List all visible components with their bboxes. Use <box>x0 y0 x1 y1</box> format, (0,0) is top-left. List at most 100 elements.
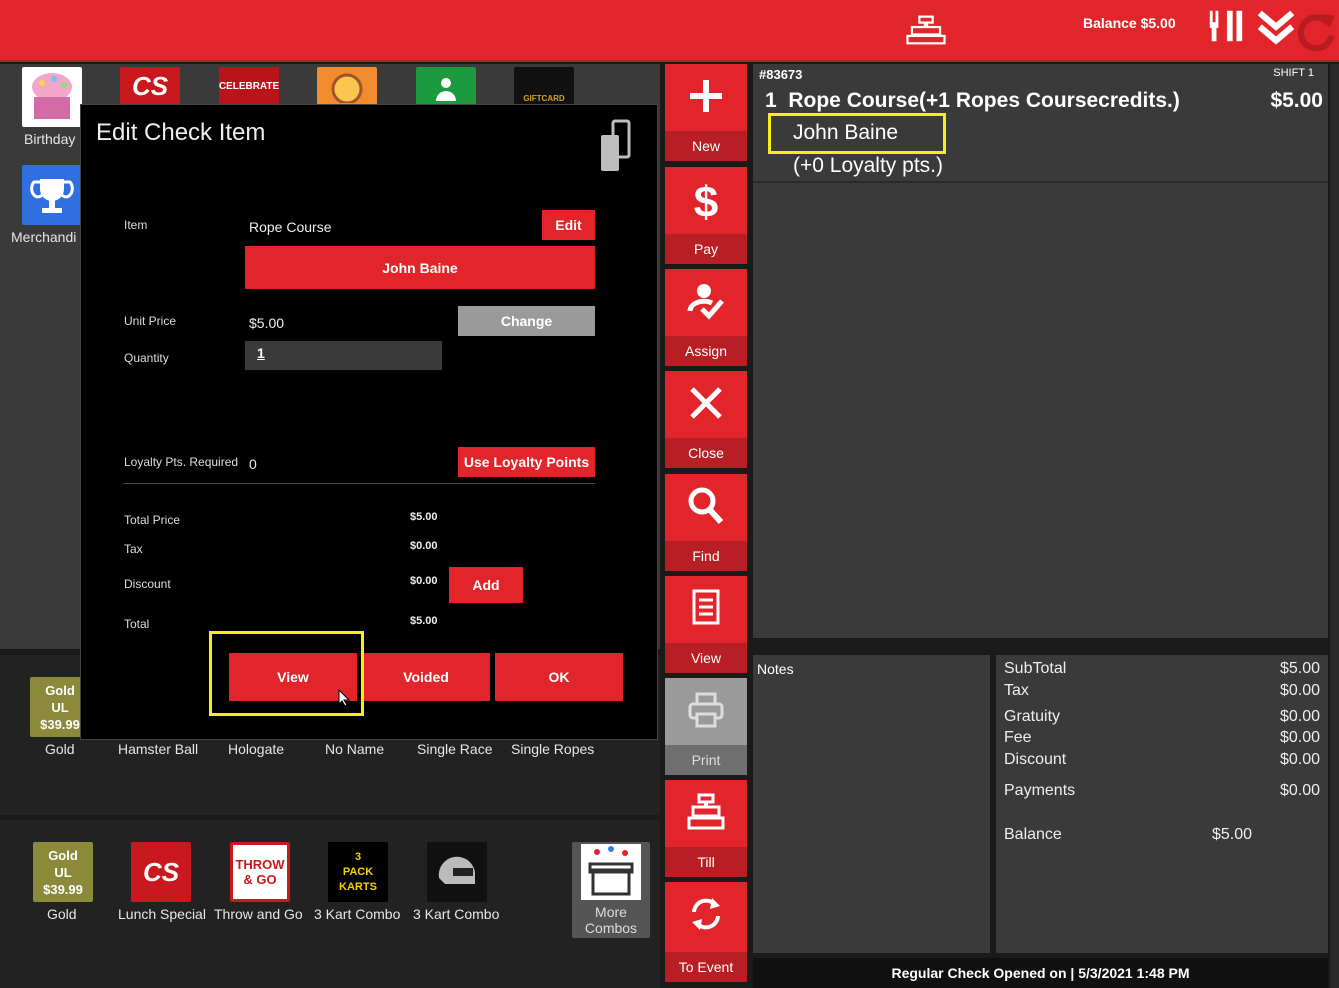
kart-helmet-tile[interactable] <box>427 842 487 902</box>
tax-value: $0.00 <box>1279 682 1320 699</box>
check-number: #83673 <box>759 67 803 82</box>
pizza-image[interactable] <box>317 67 377 105</box>
birthday-tile[interactable] <box>22 67 82 127</box>
divider <box>123 483 595 484</box>
payments-row: Payments $0.00 <box>1004 782 1320 800</box>
new-button[interactable]: New <box>665 64 747 161</box>
helmet-icon <box>438 856 475 884</box>
tile-label-3-kart-combo[interactable]: 3 Kart Combo <box>314 906 400 922</box>
cash-register-icon[interactable] <box>906 10 946 50</box>
discount-label: Discount <box>124 577 171 591</box>
balance-value: $5.00 <box>1211 826 1252 843</box>
top-bar: Balance $5.00 <box>0 0 1339 62</box>
tile-label-birthday: Birthday <box>24 131 76 147</box>
close-icon <box>690 387 722 419</box>
gold-ul-tile[interactable]: Gold UL $39.99 <box>33 842 93 902</box>
three-pack-karts-tile[interactable]: 3 PACK KARTS <box>328 842 388 902</box>
tile-label-lunch-special[interactable]: Lunch Special <box>118 906 206 922</box>
order-line-item[interactable]: 1 Rope Course(+1 Ropes Coursecredits.) <box>765 89 1180 113</box>
tile-art-line: $39.99 <box>43 881 83 897</box>
cash-register-icon <box>687 793 725 830</box>
tile-label-gold[interactable]: Gold <box>47 906 77 922</box>
search-icon <box>688 487 724 525</box>
tax-row: Tax $0.00 <box>1004 682 1320 700</box>
throw-and-go-tile[interactable]: THROW & GO <box>230 842 290 902</box>
scrollbar[interactable] <box>1330 64 1339 988</box>
assign-button[interactable]: Assign <box>665 269 747 366</box>
dialog-title: Edit Check Item <box>96 119 266 146</box>
tile-art-line: THROW <box>235 857 285 872</box>
tile-label-merchandise: Merchandi <box>11 229 77 245</box>
tile-art-line: UL <box>51 699 69 715</box>
voided-button[interactable]: Voided <box>362 653 490 701</box>
cs-logo-image[interactable]: CS <box>120 67 180 105</box>
quantity-input[interactable]: 1 <box>245 341 442 370</box>
loyalty-points-value: 0 <box>249 456 257 472</box>
subtotal-value: $5.00 <box>1279 660 1320 677</box>
receipt-icon <box>692 589 720 625</box>
trophy-image <box>30 179 74 213</box>
gratuity-row: Gratuity $0.00 <box>1004 708 1320 726</box>
pizza-icon <box>331 73 363 103</box>
tile-art-line: 3 <box>354 850 362 863</box>
tile-label-hamster-ball[interactable]: Hamster Ball <box>118 741 198 757</box>
till-button[interactable]: Till <box>665 780 747 877</box>
balance-row: Balance $5.00 <box>1004 826 1320 844</box>
quantity-label: Quantity <box>124 351 169 365</box>
ok-button[interactable]: OK <box>495 653 623 701</box>
tax-value: $0.00 <box>410 540 438 552</box>
add-discount-button[interactable]: Add <box>449 567 523 603</box>
total-label: Total <box>124 617 150 631</box>
sync-icon <box>692 898 720 930</box>
birthday-cake-image <box>32 73 72 119</box>
customer-button[interactable]: John Baine <box>245 246 595 289</box>
more-combos-label: More Combos <box>584 904 638 936</box>
to-event-button[interactable]: To Event <box>665 882 747 982</box>
tile-label-hologate[interactable]: Hologate <box>228 741 284 757</box>
edit-item-button[interactable]: Edit <box>542 210 595 240</box>
celebrate-image[interactable]: CELEBRATE <box>219 67 279 105</box>
printer-icon <box>688 692 724 728</box>
tile-art-line: CS <box>142 856 180 887</box>
find-label: Find <box>665 541 747 571</box>
double-chevron-down-icon[interactable] <box>1256 8 1296 48</box>
fee-row: Fee $0.00 <box>1004 729 1320 747</box>
find-button[interactable]: Find <box>665 474 747 571</box>
tile-art-line: UL <box>54 864 72 880</box>
to-event-label: To Event <box>665 952 747 982</box>
tile-label-single-ropes[interactable]: Single Ropes <box>511 741 594 757</box>
totals-panel: SubTotal $5.00 Tax $0.00 Gratuity $0.00 Fee… <box>996 655 1328 953</box>
unit-price-label: Unit Price <box>124 314 177 328</box>
fork-knife-icon[interactable] <box>1206 6 1246 46</box>
line-price: $5.00 <box>1270 89 1323 112</box>
tile-label-gold[interactable]: Gold <box>45 741 75 757</box>
gift-box-icon <box>581 844 641 900</box>
more-combos-button[interactable]: More Combos <box>572 842 650 938</box>
merchandise-tile[interactable] <box>22 165 82 225</box>
change-price-button[interactable]: Change <box>458 306 595 336</box>
close-button[interactable]: Close <box>665 371 747 468</box>
tile-label-no-name[interactable]: No Name <box>325 741 384 757</box>
tile-label-3-kart-combo[interactable]: 3 Kart Combo <box>413 906 499 922</box>
fee-value: $0.00 <box>1279 729 1320 746</box>
tile-label-single-race[interactable]: Single Race <box>417 741 493 757</box>
refresh-icon[interactable] <box>1296 11 1336 51</box>
print-button[interactable]: Print <box>665 678 747 775</box>
till-label: Till <box>665 847 747 877</box>
tile-art-line: $39.99 <box>40 716 80 732</box>
subtotal-row: SubTotal $5.00 <box>1004 660 1320 678</box>
lunch-special-tile[interactable]: CS <box>131 842 191 902</box>
print-label: Print <box>665 745 747 775</box>
tile-label-throw-and-go[interactable]: Throw and Go <box>214 906 303 922</box>
view-check-button[interactable]: View <box>665 576 747 673</box>
balance-display: Balance $5.00 <box>1083 15 1176 31</box>
tile-art-line: KARTS <box>339 880 377 893</box>
view-button-highlight <box>209 631 364 716</box>
notes-panel[interactable]: Notes <box>753 655 990 953</box>
giftcard-image[interactable]: GIFTCARD <box>514 67 574 105</box>
person-image[interactable] <box>416 67 476 105</box>
gratuity-value: $0.00 <box>1279 708 1320 725</box>
pay-button[interactable]: $ Pay <box>665 167 747 264</box>
fee-label: Fee <box>1004 729 1032 746</box>
use-loyalty-points-button[interactable]: Use Loyalty Points <box>458 447 595 477</box>
